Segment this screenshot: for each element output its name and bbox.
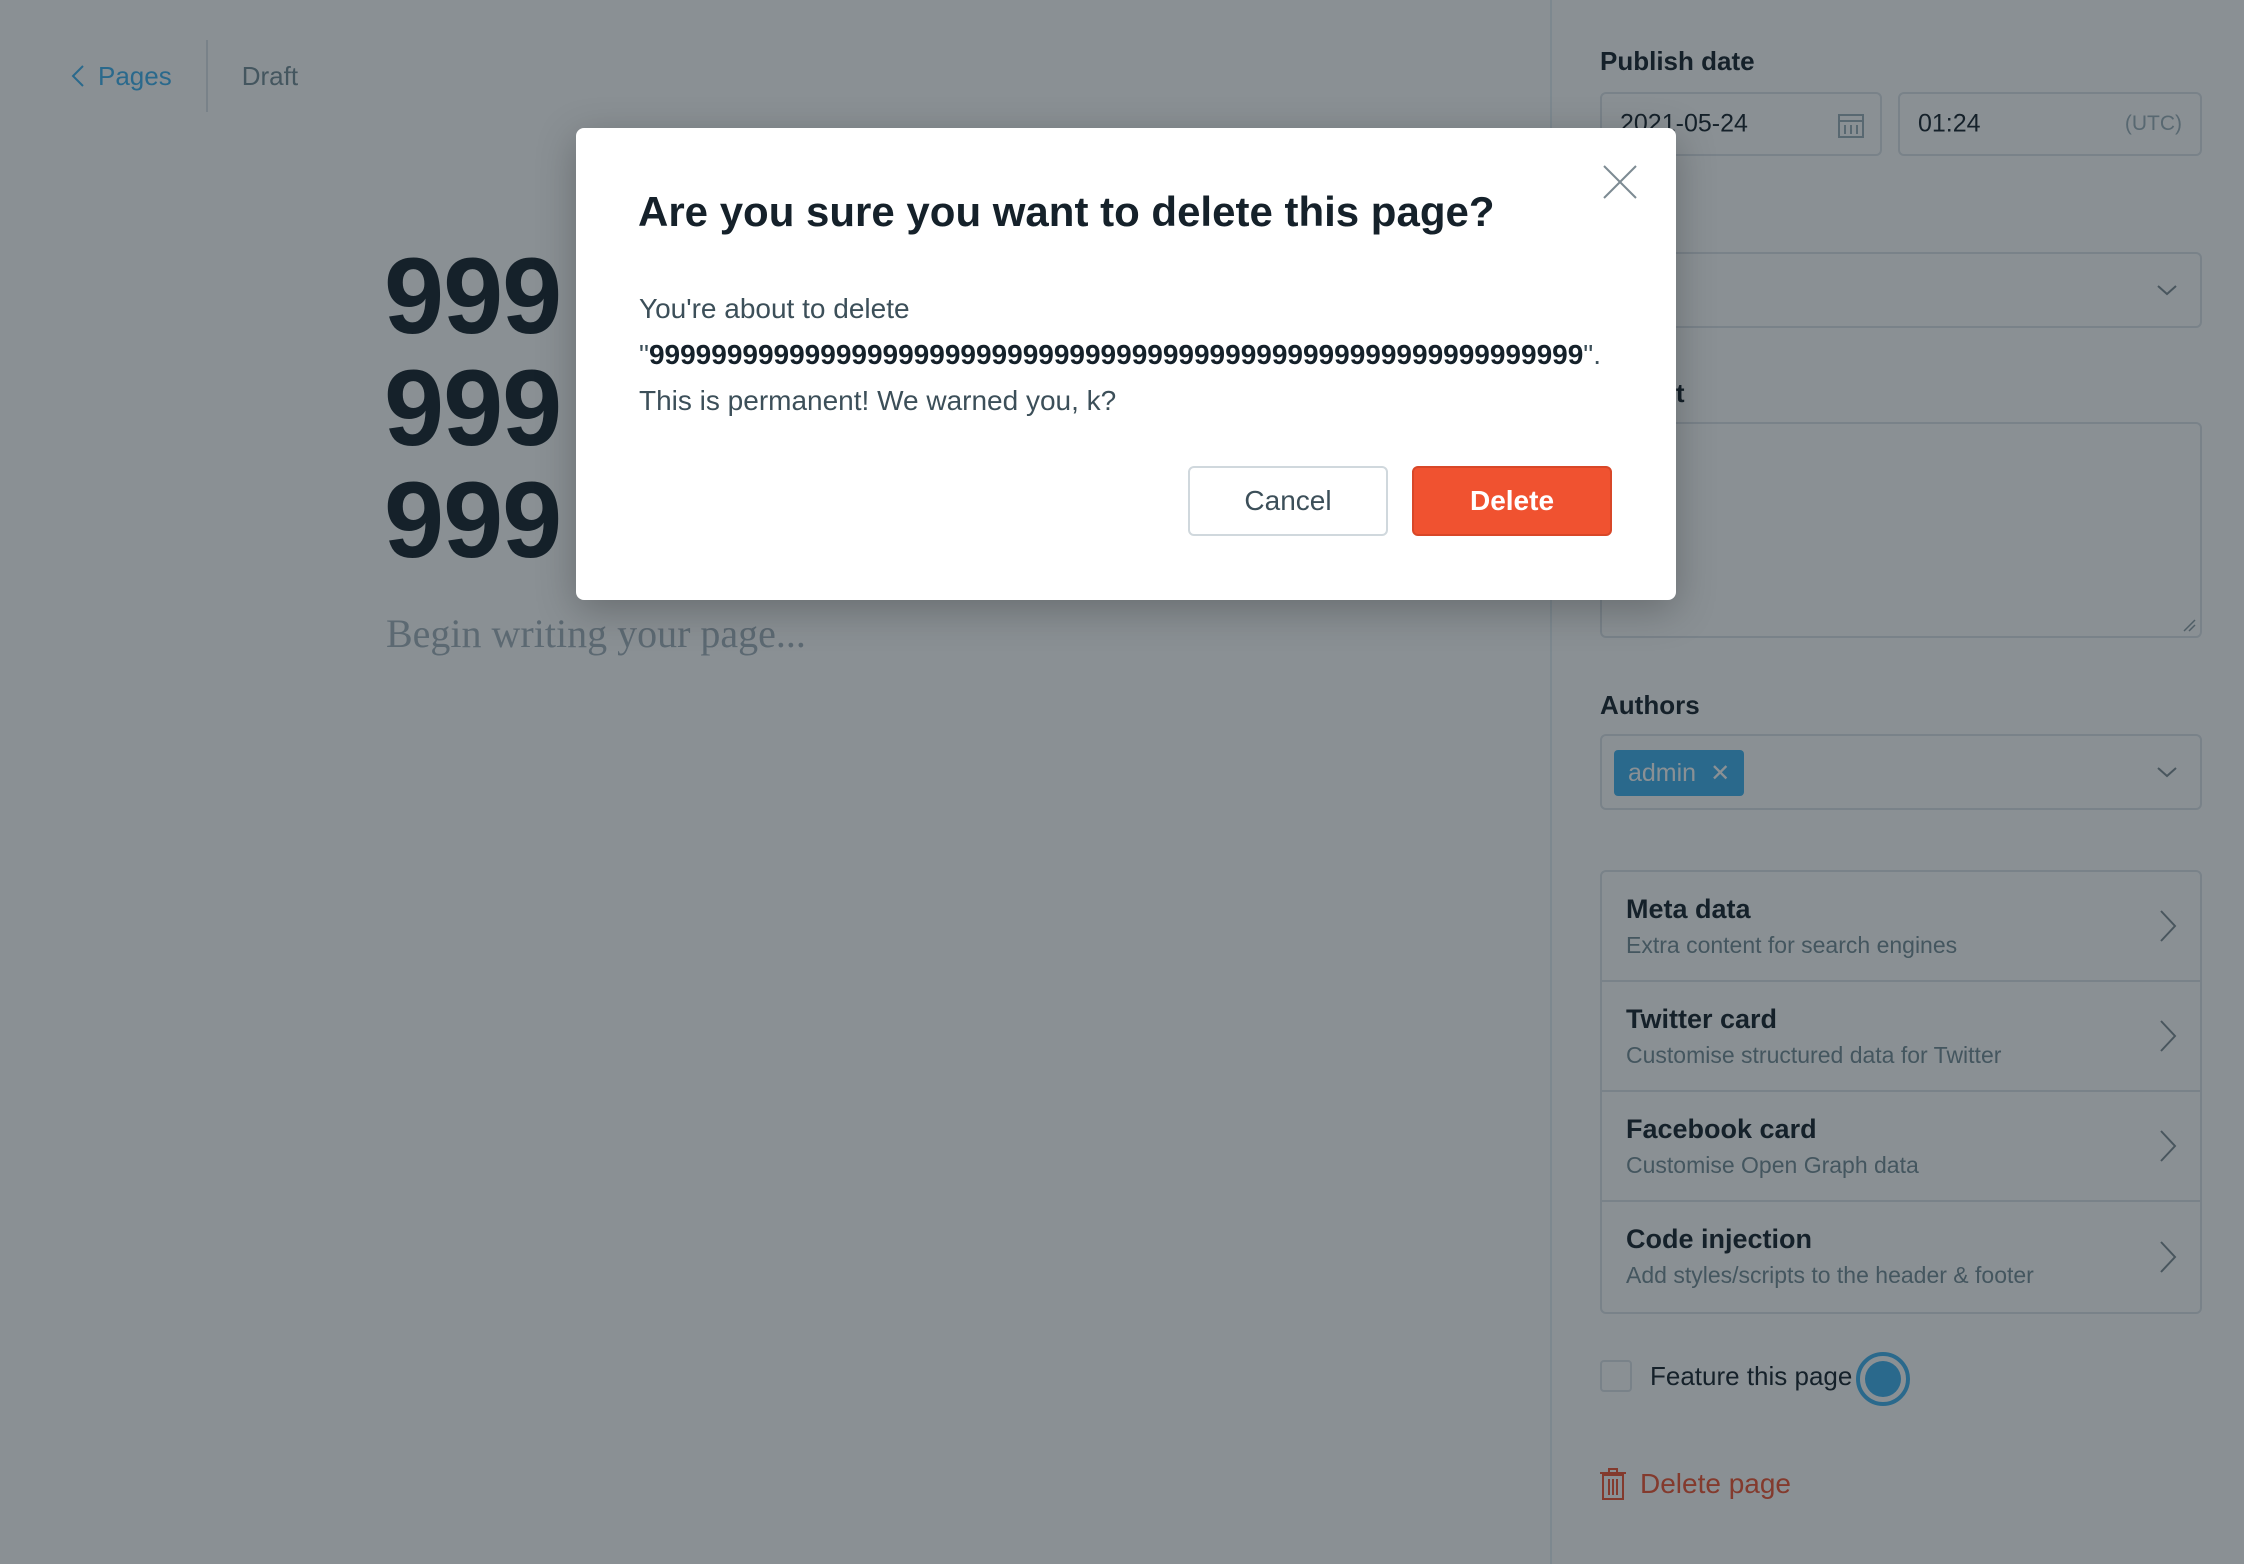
close-icon[interactable] bbox=[1602, 164, 1638, 200]
cancel-button[interactable]: Cancel bbox=[1188, 466, 1388, 536]
modal-intro: You're about to delete bbox=[639, 293, 910, 324]
delete-confirm-modal: Are you sure you want to delete this pag… bbox=[576, 128, 1676, 600]
modal-warning: This is permanent! We warned you, k? bbox=[639, 385, 1117, 416]
delete-button[interactable]: Delete bbox=[1412, 466, 1612, 536]
modal-page-name-line: "999999999999999999999999999999999999999… bbox=[639, 339, 1602, 370]
modal-body: You're about to delete "9999999999999999… bbox=[639, 286, 1601, 424]
page-name: 9999999999999999999999999999999999999999… bbox=[648, 339, 1584, 370]
modal-title: Are you sure you want to delete this pag… bbox=[638, 188, 1495, 235]
